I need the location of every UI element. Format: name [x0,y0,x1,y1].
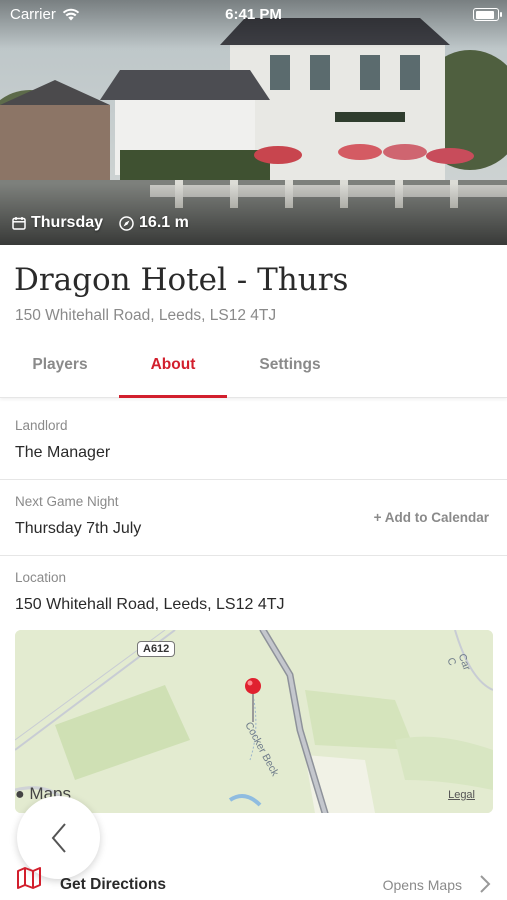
battery-icon [473,8,502,21]
location-map[interactable]: A612 Cocker Beck Car C ● Maps Legal [15,630,493,813]
compass-icon [119,215,134,231]
location-section: Location 150 Whitehall Road, Leeds, LS12… [0,556,507,626]
hero-day-label: Thursday [31,214,104,231]
add-to-calendar-button[interactable]: + Add to Calendar [374,510,489,525]
get-directions-label: Get Directions [60,876,166,893]
hero-distance-label: 16.1 m [139,214,189,231]
calendar-icon [12,217,26,230]
hero-day: Thursday [12,214,103,232]
get-directions-row[interactable]: Get Directions Opens Maps [0,862,507,900]
location-label: Location [15,570,67,585]
next-game-label: Next Game Night [15,494,119,509]
map-road-label: A612 [137,641,176,657]
status-time: 6:41 PM [225,6,282,23]
venue-address: 150 Whitehall Road, Leeds, LS12 4TJ [15,307,277,324]
battery-level [475,10,494,19]
hero-distance: 16.1 m [119,214,189,232]
chevron-right-icon [480,875,491,893]
map-pin-icon [245,678,261,694]
opens-maps-label: Opens Maps [382,877,462,893]
venue-title: Dragon Hotel - Thurs [14,262,349,298]
map-legal-link[interactable]: Legal [448,789,475,801]
landlord-label: Landlord [15,418,68,433]
location-value: 150 Whitehall Road, Leeds, LS12 4TJ [15,596,285,613]
pub-photo [0,0,507,245]
landlord-section: Landlord The Manager [0,398,507,480]
next-game-section: Next Game Night Thursday 7th July + Add … [0,480,507,556]
tab-about[interactable]: About [119,340,227,398]
venue-hero-image: Carrier 6:41 PM Thursday 16.1 m [0,0,507,245]
tab-players[interactable]: Players [6,340,114,398]
status-bar: Carrier 6:41 PM [0,0,507,30]
tab-bar: Players About Settings [0,340,507,398]
hero-meta: Thursday 16.1 m [12,214,189,232]
next-game-value: Thursday 7th July [15,520,142,537]
map-icon [17,867,41,889]
landlord-value: The Manager [15,444,111,461]
tab-settings[interactable]: Settings [236,340,344,398]
chevron-left-icon [51,822,66,853]
apple-logo-icon: ● [15,786,25,803]
